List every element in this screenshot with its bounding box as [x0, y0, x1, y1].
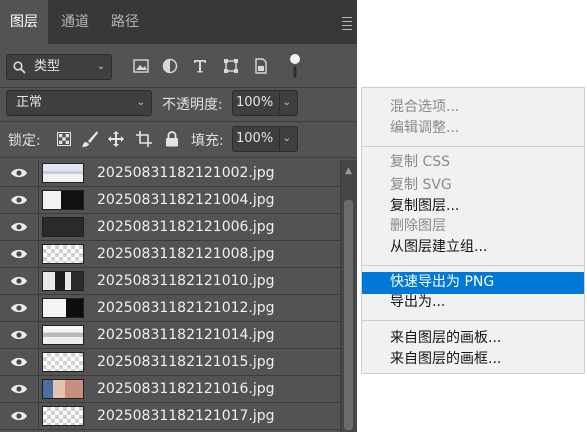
layer-thumbnail — [42, 244, 84, 264]
divider — [0, 87, 357, 88]
layer-row[interactable]: 20250831182121004.jpg — [0, 187, 340, 214]
layer-name: 20250831182121012.jpg — [97, 300, 275, 316]
layer-context-menu: 混合选项... 编辑调整... 复制 CSS 复制 SVG 复制图层... 删除… — [361, 87, 585, 374]
layer-name: 20250831182121014.jpg — [97, 327, 275, 343]
layer-thumbnail — [42, 352, 84, 372]
layer-thumbnail — [42, 163, 84, 183]
fill-label: 填充: — [191, 133, 224, 149]
menu-item-delete-layer[interactable]: 删除图层 — [362, 216, 584, 238]
field-divider — [279, 92, 280, 114]
layer-name: 20250831182121006.jpg — [97, 219, 275, 235]
layer-name: 20250831182121008.jpg — [97, 246, 275, 262]
layer-name: 20250831182121015.jpg — [97, 354, 275, 370]
layer-name: 20250831182121004.jpg — [97, 192, 275, 208]
field-divider — [279, 128, 280, 150]
layer-row[interactable]: 20250831182121017.jpg — [0, 403, 340, 430]
menu-item-copy-svg[interactable]: 复制 SVG — [362, 175, 584, 197]
layer-row[interactable]: 20250831182121014.jpg — [0, 322, 340, 349]
opacity-label: 不透明度: — [162, 97, 223, 113]
menu-item-artboard-from-layers[interactable]: 来自图层的画板... — [362, 328, 584, 350]
filter-type-value: 类型 — [34, 59, 61, 74]
visibility-eye-icon[interactable] — [0, 268, 39, 294]
visibility-eye-icon[interactable] — [0, 214, 39, 240]
layer-row[interactable]: 20250831182121002.jpg — [0, 160, 340, 187]
fill-value: 100% — [236, 131, 274, 146]
lock-image-pixels-icon[interactable] — [80, 129, 100, 149]
layer-name: 20250831182121016.jpg — [97, 381, 275, 397]
menu-item-quick-export-png[interactable]: 快速导出为 PNG — [362, 272, 584, 294]
layer-list: 20250831182121002.jpg 20250831182121004.… — [0, 160, 340, 432]
layers-panel: 图层 通道 路径 类型 ⌄ 正常 ⌄ 不透明度: 100% ⌄ 锁定: 填充: … — [0, 0, 357, 432]
menu-item-group-from-layers[interactable]: 从图层建立组... — [362, 237, 584, 259]
visibility-eye-icon[interactable] — [0, 160, 39, 186]
menu-item-frame-from-layers[interactable]: 来自图层的画框... — [362, 349, 584, 371]
layer-row[interactable]: 20250831182121006.jpg — [0, 214, 340, 241]
visibility-eye-icon[interactable] — [0, 349, 39, 375]
layer-thumbnail — [42, 217, 84, 237]
lock-transparent-pixels-icon[interactable] — [54, 129, 74, 149]
layer-row[interactable]: 20250831182121012.jpg — [0, 295, 340, 322]
layer-name: 20250831182121010.jpg — [97, 273, 275, 289]
layer-name: 20250831182121017.jpg — [97, 408, 275, 424]
fill-input[interactable]: 100% ⌄ — [232, 126, 298, 152]
visibility-eye-icon[interactable] — [0, 403, 39, 429]
tab-layers[interactable]: 图层 — [0, 0, 48, 44]
menu-separator — [362, 146, 584, 147]
menu-item-edit-adjustment[interactable]: 编辑调整... — [362, 118, 584, 140]
menu-item-export-as[interactable]: 导出为... — [362, 292, 584, 314]
image-filter-icon[interactable] — [131, 56, 151, 76]
scrollbar-thumb[interactable] — [344, 200, 353, 430]
layer-thumbnail — [42, 379, 84, 399]
lock-label: 锁定: — [8, 133, 41, 149]
lock-all-icon[interactable] — [162, 129, 182, 149]
layer-filter-select[interactable]: 类型 ⌄ — [6, 54, 112, 80]
tab-channels[interactable]: 通道 — [52, 0, 98, 44]
chevron-down-icon[interactable]: ⌄ — [283, 127, 291, 151]
scroll-up-arrow-icon[interactable]: ▲ — [345, 166, 352, 176]
blend-mode-value: 正常 — [16, 95, 43, 110]
opacity-input[interactable]: 100% ⌄ — [232, 90, 298, 116]
layer-thumbnail — [42, 298, 84, 318]
menu-separator — [362, 320, 584, 321]
visibility-eye-icon[interactable] — [0, 322, 39, 348]
panel-menu-icon[interactable] — [339, 14, 355, 30]
filter-toggle-icon[interactable] — [285, 52, 305, 80]
layer-row[interactable]: 20250831182121008.jpg — [0, 241, 340, 268]
layer-thumbnail — [42, 190, 84, 210]
menu-item-duplicate-layer[interactable]: 复制图层... — [362, 196, 584, 218]
visibility-eye-icon[interactable] — [0, 187, 39, 213]
chevron-down-icon[interactable]: ⌄ — [283, 91, 291, 115]
panel-tab-bar: 图层 通道 路径 — [0, 0, 357, 44]
layer-row[interactable]: 20250831182121016.jpg — [0, 376, 340, 403]
lock-position-icon[interactable] — [106, 129, 126, 149]
search-icon — [13, 61, 26, 74]
blend-mode-select[interactable]: 正常 ⌄ — [6, 90, 152, 116]
divider — [0, 121, 357, 122]
visibility-eye-icon[interactable] — [0, 295, 39, 321]
smart-object-filter-icon[interactable] — [251, 56, 271, 76]
layer-thumbnail — [42, 325, 84, 345]
layer-row[interactable]: 20250831182121015.jpg — [0, 349, 340, 376]
layer-thumbnail — [42, 271, 84, 291]
opacity-value: 100% — [236, 95, 274, 110]
layer-thumbnail — [42, 406, 84, 426]
type-filter-icon[interactable] — [190, 56, 210, 76]
chevron-down-icon: ⌄ — [96, 61, 105, 72]
lock-artboard-icon[interactable] — [134, 129, 154, 149]
layer-name: 20250831182121002.jpg — [97, 165, 275, 181]
divider — [0, 157, 357, 158]
layer-list-scrollbar[interactable]: ▲ — [340, 160, 357, 432]
adjustment-filter-icon[interactable] — [160, 56, 180, 76]
visibility-eye-icon[interactable] — [0, 241, 39, 267]
menu-separator — [362, 265, 584, 266]
menu-item-copy-css[interactable]: 复制 CSS — [362, 152, 584, 174]
chevron-down-icon: ⌄ — [136, 97, 145, 108]
tab-paths[interactable]: 路径 — [102, 0, 148, 44]
layer-row[interactable]: 20250831182121010.jpg — [0, 268, 340, 295]
visibility-eye-icon[interactable] — [0, 376, 39, 402]
shape-filter-icon[interactable] — [221, 56, 241, 76]
menu-item-blending-options[interactable]: 混合选项... — [362, 97, 584, 119]
